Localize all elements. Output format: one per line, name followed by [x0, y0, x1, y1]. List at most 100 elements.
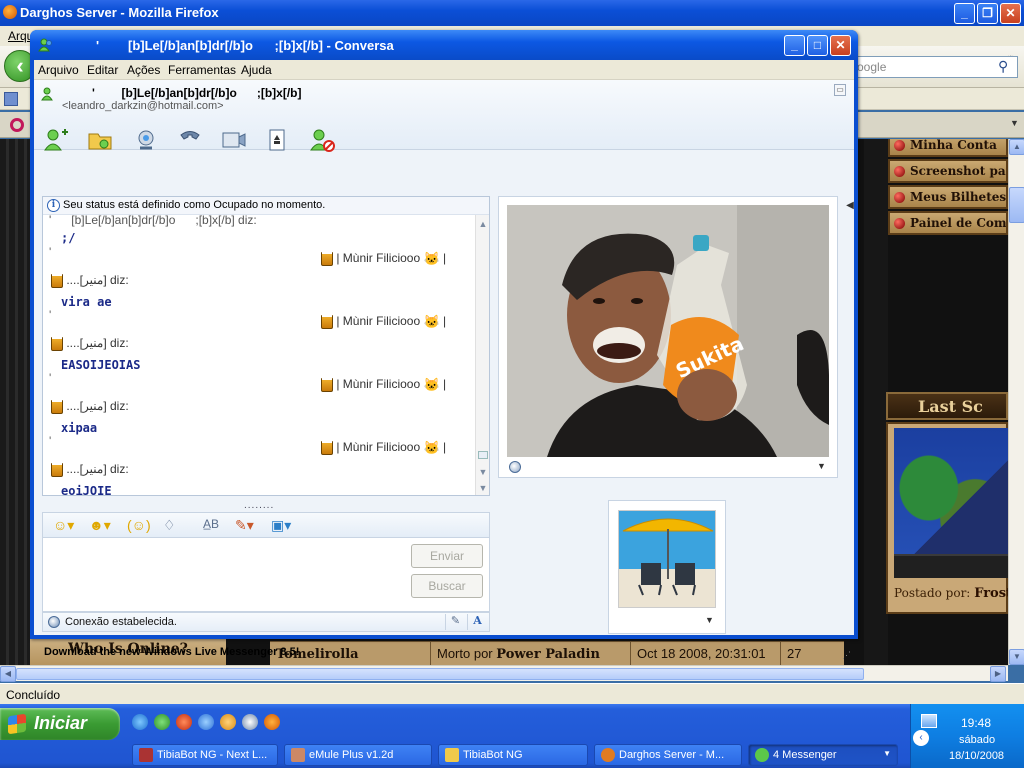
browser-icon[interactable]	[198, 714, 214, 730]
clock-time[interactable]: 19:48	[961, 716, 991, 730]
menu-ajuda[interactable]: Ajuda	[241, 63, 272, 77]
scroll-left-button[interactable]: ◀	[0, 666, 16, 682]
bullet-icon	[894, 218, 905, 229]
games-icon[interactable]	[264, 126, 292, 154]
chat-scroll-thumb[interactable]	[478, 451, 488, 459]
task-emule[interactable]: eMule Plus v1.2d	[284, 744, 432, 766]
beer-emoticon-icon	[51, 397, 63, 414]
msn-maximize-button[interactable]: □	[807, 35, 828, 56]
menu-my-tickets[interactable]: Meus Bilhetes	[888, 185, 1008, 209]
collapse-panel-icon[interactable]: ◀	[844, 200, 856, 226]
handwriting-icon[interactable]: ✎	[445, 614, 465, 630]
my-display-picture-panel: ▼	[608, 500, 726, 634]
close-button[interactable]: ✕	[1000, 3, 1021, 24]
menu-screenshot[interactable]: Screenshot par	[888, 159, 1008, 183]
activities-icon[interactable]	[220, 126, 248, 154]
message-header: ....[منير] diz:	[51, 460, 129, 477]
background-icon[interactable]: ✎▾	[235, 517, 254, 534]
call-icon[interactable]	[176, 126, 204, 154]
screenshot-panel: Postado por: Frost F	[886, 422, 1008, 614]
chat-scrollbar[interactable]: ▲ ▼ ▼	[475, 215, 489, 495]
menu-editar[interactable]: Editar	[87, 63, 118, 77]
my-nickname: | Mùnir Filiciooo 🐱 |	[321, 376, 446, 393]
chat-history[interactable]: i Seu status está definido como Ocupado …	[42, 196, 490, 496]
search-button[interactable]: Buscar	[411, 574, 483, 598]
minimize-button[interactable]: _	[954, 3, 975, 24]
messenger-quicklaunch-icon[interactable]	[154, 714, 170, 730]
wink-icon[interactable]: ☻▾	[89, 517, 111, 534]
chat-scroll-end-icon[interactable]: ▼	[478, 483, 488, 493]
player-icon[interactable]	[242, 714, 258, 730]
message-text: xipaa	[61, 421, 98, 435]
contact-email: <leandro_darkzin@hotmail.com>	[62, 100, 224, 112]
menu-ferramentas[interactable]: Ferramentas	[168, 63, 236, 77]
app-icon[interactable]	[220, 714, 236, 730]
scroll-thumb[interactable]	[1009, 187, 1024, 223]
page-horizontal-scrollbar[interactable]: ◀ ▶	[0, 665, 1008, 682]
send-button[interactable]: Enviar	[411, 544, 483, 568]
contact-status-icon	[40, 86, 56, 102]
typing-mode-icon[interactable]: A	[467, 614, 487, 630]
task-tibiabot-next[interactable]: TibiaBot NG - Next L...	[132, 744, 278, 766]
menu-control-panel[interactable]: Painel de Coma	[888, 211, 1008, 235]
horizontal-scroll-thumb[interactable]	[16, 668, 864, 680]
beer-emoticon-icon	[321, 250, 333, 266]
resize-grip-icon[interactable]: ⋰	[842, 650, 851, 661]
display-picture[interactable]	[618, 510, 716, 608]
msn-minimize-button[interactable]: _	[784, 35, 805, 56]
nudge-icon[interactable]: (☺)	[127, 517, 151, 533]
search-icon[interactable]: ⚲	[998, 58, 1008, 75]
restore-button[interactable]: ❐	[977, 3, 998, 24]
splitter-handle[interactable]: ........	[244, 500, 274, 511]
task-tibiabot-folder[interactable]: TibiaBot NG	[438, 744, 588, 766]
media-icon[interactable]	[176, 714, 192, 730]
network-icon[interactable]	[921, 714, 937, 728]
font-icon[interactable]: A̲B	[203, 517, 219, 531]
search-input[interactable]: oogle	[852, 56, 1018, 78]
kill-date: Oct 18 2008, 20:31:01	[630, 642, 780, 665]
webcam-dropdown-icon[interactable]: ▼	[817, 461, 826, 471]
ie-icon[interactable]	[132, 714, 148, 730]
task-messenger-group[interactable]: 4 Messenger ▼	[748, 744, 898, 766]
menu-acoes[interactable]: Ações	[127, 63, 160, 77]
msn-close-button[interactable]: ✕	[830, 35, 851, 56]
video-call-icon[interactable]	[132, 126, 160, 154]
taskbar: Iniciar TibiaBot NG - Next L... eMule Pl…	[0, 704, 1024, 768]
tab-list-icon[interactable]: ▼	[1010, 118, 1019, 128]
picture-dropdown-icon[interactable]: ▼	[705, 615, 714, 625]
scroll-right-button[interactable]: ▶	[990, 666, 1006, 682]
download-promo-link[interactable]: Download the new Windows Live Messenger …	[44, 646, 299, 658]
menu-arquivo[interactable]: Arquivo	[38, 63, 79, 77]
bullet-icon	[894, 140, 905, 151]
invite-contact-icon[interactable]	[42, 126, 70, 154]
info-icon: i	[47, 199, 60, 212]
message-input[interactable]: Enviar Buscar	[42, 538, 490, 612]
bookmark-icon[interactable]	[4, 92, 18, 106]
webcam-panel: Sukita ▼	[498, 196, 838, 478]
menu-my-account[interactable]: Minha Conta	[888, 139, 1008, 157]
page-vertical-scrollbar[interactable]: ▲ ▼	[1008, 139, 1024, 665]
firefox-quicklaunch-icon[interactable]	[264, 714, 280, 730]
game-screenshot[interactable]	[894, 428, 1008, 578]
opera-icon[interactable]	[10, 118, 24, 132]
status-notice: i Seu status está definido como Ocupado …	[43, 197, 489, 215]
scroll-up-button[interactable]: ▲	[1009, 139, 1024, 155]
scroll-down-button[interactable]: ▼	[1009, 649, 1024, 665]
beer-emoticon-icon	[51, 334, 63, 351]
poster-name[interactable]: Frost F	[974, 586, 1008, 601]
group-dropdown-icon[interactable]: ▼	[883, 749, 891, 758]
send-files-icon[interactable]	[86, 126, 114, 154]
block-contact-icon[interactable]	[308, 126, 336, 154]
beer-emoticon-icon	[51, 460, 63, 477]
task-firefox[interactable]: Darghos Server - M...	[594, 744, 742, 766]
header-collapse-icon[interactable]: ▭	[834, 84, 846, 96]
emoticon-icon[interactable]: ☺▾	[53, 517, 74, 534]
chat-scroll-up-icon[interactable]: ▲	[478, 219, 488, 229]
voice-clip-icon[interactable]: ♢	[163, 517, 176, 534]
chat-scroll-down-icon[interactable]: ▼	[478, 467, 488, 477]
send-picture-icon[interactable]: ▣▾	[271, 517, 291, 534]
show-hidden-icons-icon[interactable]: ‹	[913, 730, 929, 746]
start-button[interactable]: Iniciar	[0, 708, 120, 740]
clock-date: 18/10/2008	[949, 750, 1005, 762]
webcam-video[interactable]: Sukita	[507, 205, 829, 457]
